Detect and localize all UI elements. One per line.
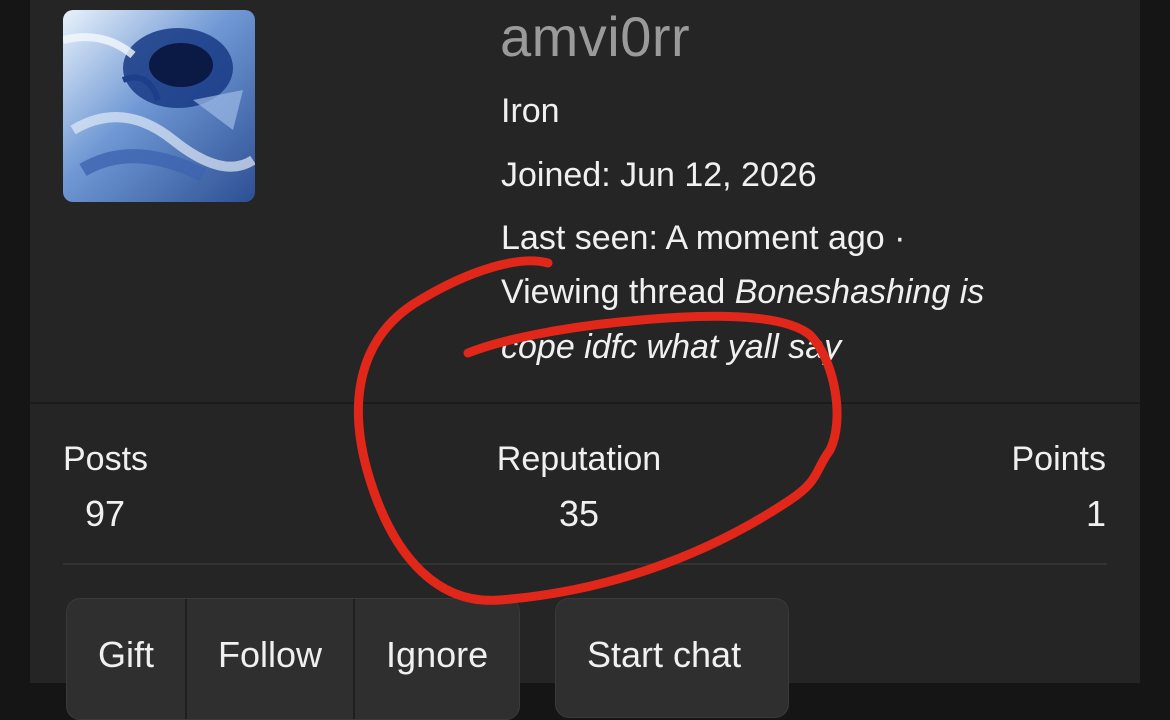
avatar[interactable]: [63, 10, 255, 202]
screen: amvi0rr Iron Joined: Jun 12, 2026 Last s…: [0, 0, 1170, 720]
action-button-group: Gift Follow Ignore: [66, 598, 521, 720]
joined-date: Joined: Jun 12, 2026: [501, 156, 817, 194]
stat-label: Points: [1011, 440, 1107, 478]
stat-label: Posts: [63, 440, 149, 478]
current-activity: Viewing thread Boneshashing is: [501, 273, 984, 312]
ignore-button[interactable]: Ignore: [355, 599, 519, 719]
thread-link[interactable]: Boneshashing is: [735, 273, 985, 311]
thread-link-continued[interactable]: cope idfc what yall say: [501, 328, 841, 367]
stat-value: 35: [558, 493, 600, 534]
stat-points[interactable]: Points 1: [1005, 440, 1107, 535]
stat-reputation[interactable]: Reputation 35: [491, 440, 667, 535]
stat-label: Reputation: [496, 440, 662, 478]
stats-divider: [63, 563, 1107, 565]
follow-button[interactable]: Follow: [187, 599, 356, 719]
section-divider: [30, 402, 1140, 404]
activity-prefix: Viewing thread: [501, 273, 735, 311]
gift-button[interactable]: Gift: [67, 599, 188, 719]
avatar-image: [63, 10, 255, 202]
username: amvi0rr: [500, 5, 691, 68]
last-seen: Last seen: A moment ago ·: [501, 219, 906, 257]
stat-value: 97: [85, 493, 126, 534]
stat-value: 1: [1085, 493, 1106, 534]
stat-posts[interactable]: Posts 97: [63, 440, 148, 535]
user-rank: Iron: [501, 92, 560, 130]
start-chat-button[interactable]: Start chat: [555, 598, 789, 718]
